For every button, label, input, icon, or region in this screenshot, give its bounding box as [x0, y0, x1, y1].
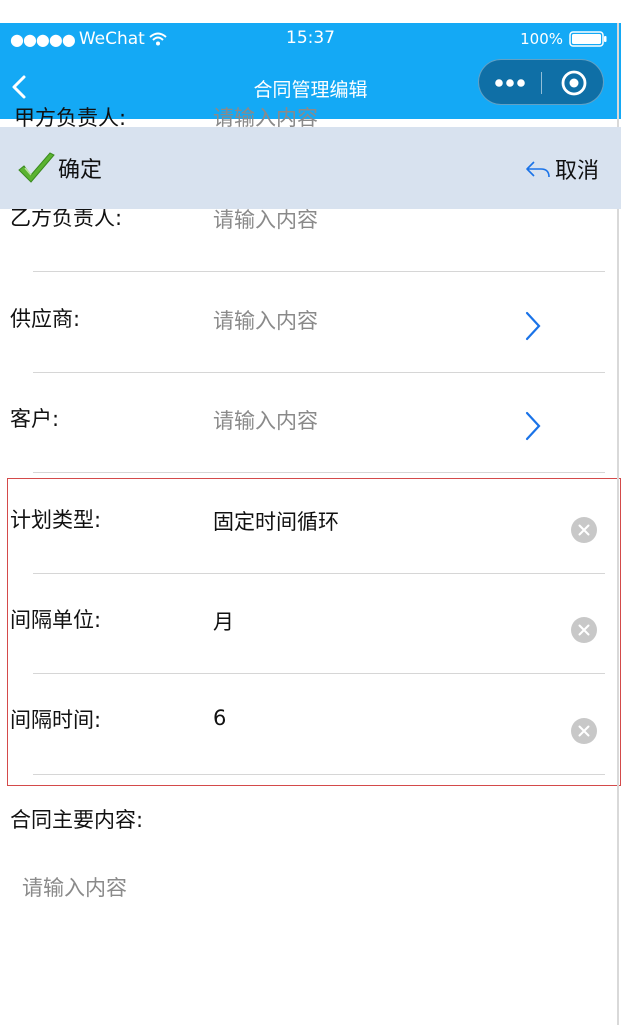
plan-type-input[interactable]: 固定时间循环 [213, 506, 339, 536]
supplier-input[interactable]: 请输入内容 [213, 305, 318, 335]
chevron-right-icon[interactable] [522, 409, 544, 443]
chevron-right-icon[interactable] [522, 309, 544, 343]
close-capsule-icon[interactable] [542, 60, 604, 106]
interval-unit-input[interactable]: 月 [213, 606, 234, 636]
row-divider [33, 372, 605, 373]
mini-program-capsule [478, 59, 604, 105]
battery-icon [569, 31, 607, 47]
clear-icon[interactable] [570, 516, 598, 544]
checkmark-icon [18, 152, 55, 183]
supplier-label: 供应商: [10, 307, 81, 331]
cancel-button[interactable]: 取消 [525, 153, 599, 185]
clear-icon[interactable] [570, 717, 598, 745]
interval-time-input[interactable]: 6 [213, 706, 226, 730]
row-divider [33, 673, 605, 674]
customer-input[interactable]: 请输入内容 [213, 405, 318, 435]
battery-info: 100% [520, 30, 607, 48]
interval-time-label: 间隔时间: [10, 708, 102, 732]
row-divider [33, 271, 605, 272]
contract-content-textarea[interactable]: 请输入内容 [22, 872, 602, 1002]
customer-label: 客户: [10, 407, 60, 431]
top-margin [0, 0, 621, 23]
plan-type-label: 计划类型: [10, 508, 102, 532]
status-bar: ●●●●● WeChat 15:37 100% [0, 23, 621, 55]
undo-icon [526, 161, 550, 178]
confirm-button[interactable]: 确定 [16, 151, 102, 185]
row-divider [33, 472, 605, 473]
confirm-label: 确定 [58, 158, 103, 183]
row-divider [33, 573, 605, 574]
contract-content-label: 合同主要内容: [10, 808, 144, 832]
more-icon[interactable] [479, 60, 541, 106]
interval-unit-label: 间隔单位: [10, 608, 102, 632]
row-divider [33, 774, 605, 775]
clear-icon[interactable] [570, 616, 598, 644]
battery-percent: 100% [520, 30, 563, 48]
cancel-label: 取消 [554, 159, 599, 184]
action-bar: 确定 取消 [0, 127, 621, 209]
